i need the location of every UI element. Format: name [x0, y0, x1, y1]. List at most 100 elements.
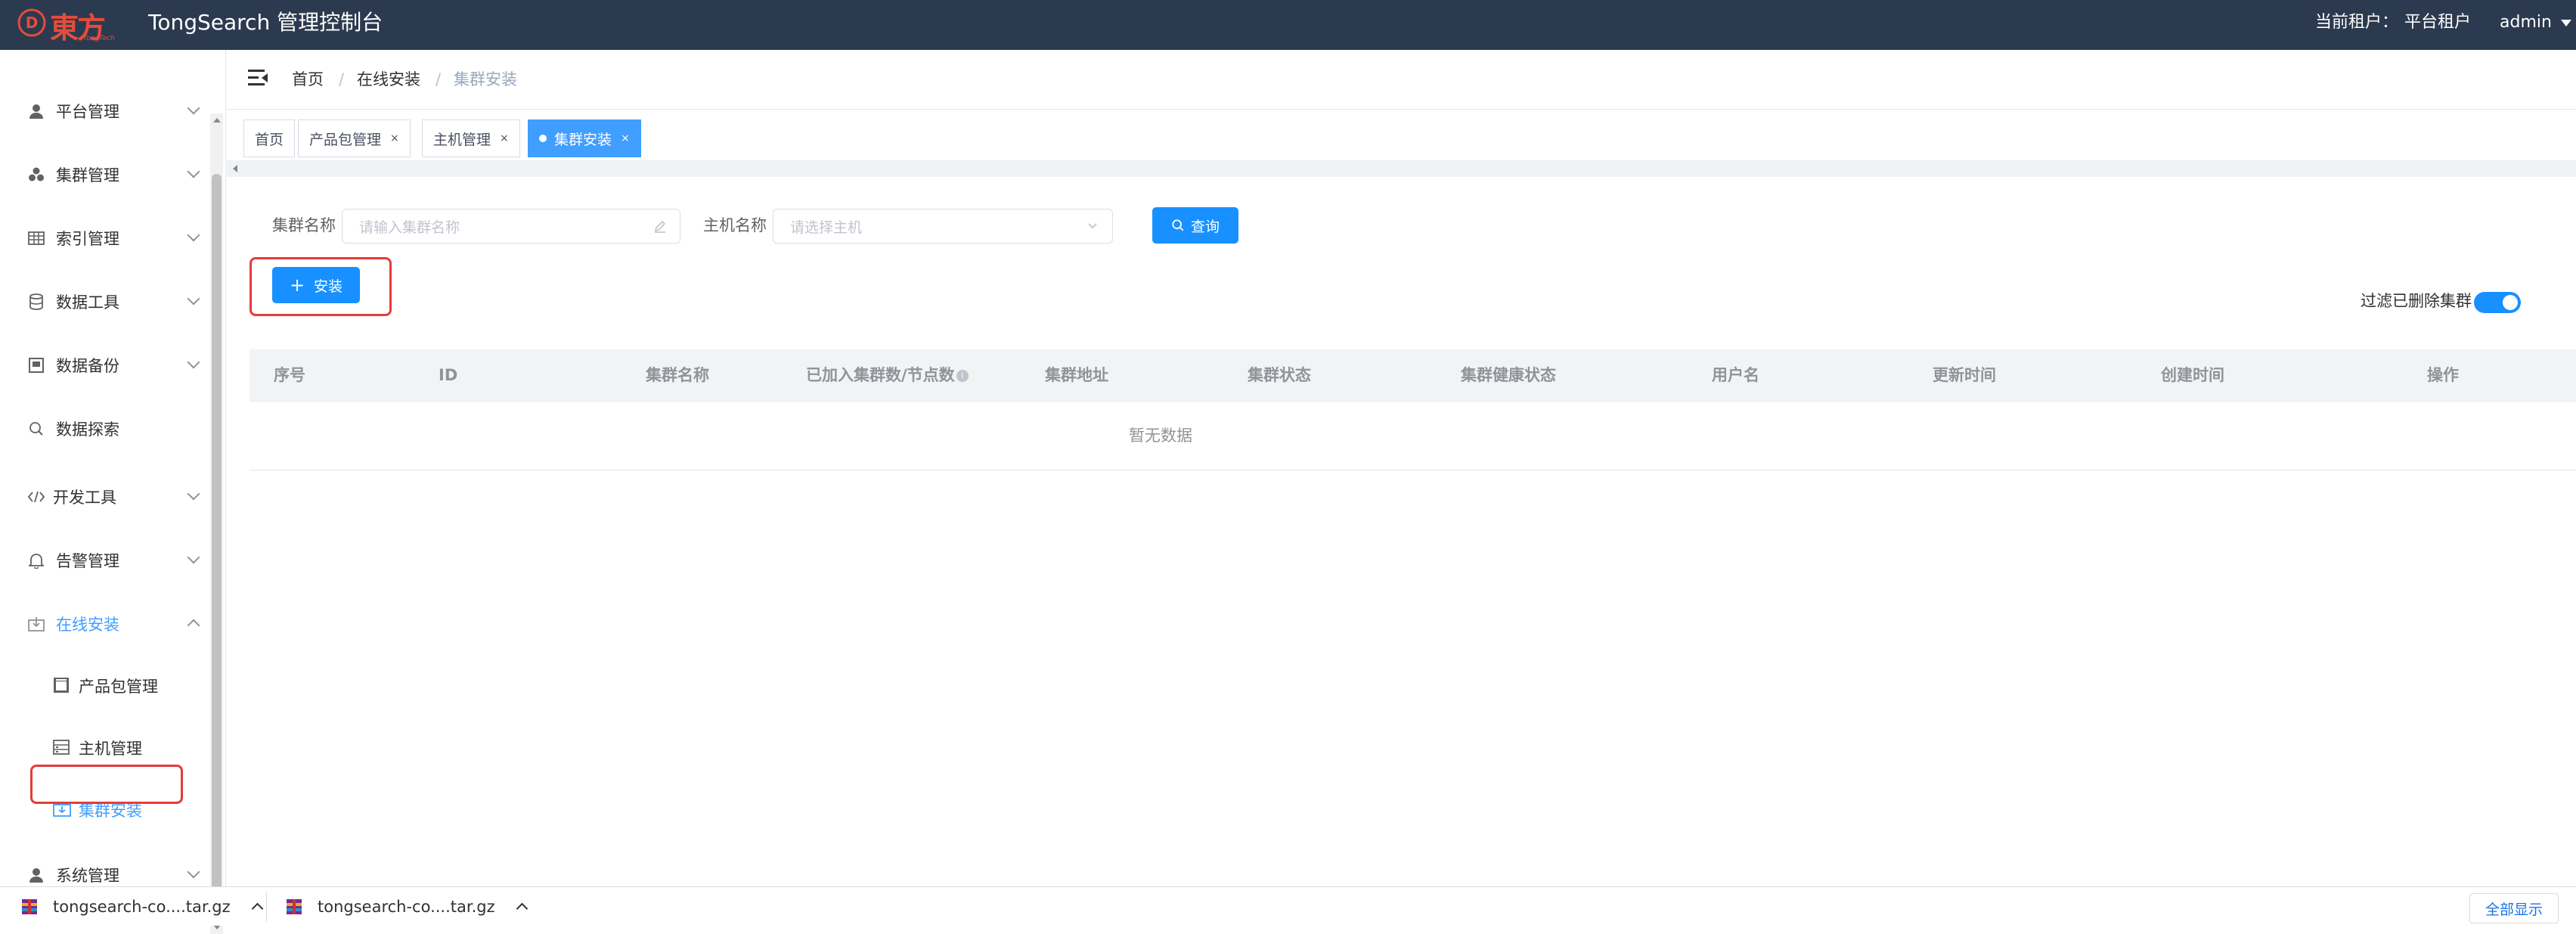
archive-file-icon	[287, 898, 302, 914]
sidebar-item-label: 平台管理	[56, 103, 119, 121]
table-icon	[27, 229, 45, 247]
tab-label: 首页	[255, 131, 284, 148]
column-header-cluster-status: 集群状态	[1248, 366, 1311, 384]
chevron-up-icon[interactable]	[516, 902, 528, 915]
active-dot-icon	[539, 135, 547, 142]
bell-icon	[27, 551, 45, 569]
user-icon	[27, 102, 45, 120]
show-all-button[interactable]: 全部显示	[2469, 893, 2559, 923]
close-icon[interactable]: ×	[390, 132, 399, 144]
column-header-actions: 操作	[2427, 366, 2459, 384]
sidebar: 平台管理 集群管理 索引管理 数据工具 数据备份 数据探索 开发工具 告警管理	[0, 50, 226, 934]
sidebar-item-cluster[interactable]: 集群管理	[0, 152, 209, 197]
sidebar-item-alert[interactable]: 告警管理	[0, 538, 209, 583]
breadcrumb-bar: 首页 / 在线安装 / 集群安装	[225, 50, 2576, 110]
sidebar-toggle-icon[interactable]	[248, 70, 268, 86]
caret-down-icon	[2560, 19, 2571, 26]
company-logo: D 東方通 TongTech	[17, 5, 130, 86]
username: admin	[2500, 13, 2552, 32]
info-icon[interactable]: i	[956, 370, 969, 382]
tab-label: 产品包管理	[309, 131, 382, 148]
chevron-down-icon	[187, 292, 200, 306]
column-header-joined-nodes: 已加入集群数/节点数 i	[806, 364, 969, 386]
host-name-label: 主机名称	[703, 216, 767, 234]
filter-deleted-switch[interactable]	[2474, 292, 2521, 313]
tab-label: 集群安装	[554, 131, 612, 148]
query-button[interactable]: 查询	[1152, 207, 1238, 244]
sidebar-item-label: 开发工具	[53, 489, 116, 507]
sidebar-subitem-host[interactable]: 主机管理	[0, 725, 209, 771]
breadcrumb-separator: /	[339, 70, 345, 88]
cluster-name-input[interactable]: 请输入集群名称	[342, 209, 680, 244]
tags-view: 首页 产品包管理 × 主机管理 × 集群安装 ×	[225, 109, 2576, 160]
switch-knob	[2503, 295, 2518, 310]
highlight-box-install	[250, 257, 392, 316]
chevron-down-icon	[187, 165, 200, 178]
close-icon[interactable]: ×	[621, 132, 630, 144]
collapse-left-icon[interactable]	[233, 165, 237, 172]
download-shelf: tongsearch-co....tar.gz tongsearch-co...…	[0, 886, 2576, 926]
sidebar-item-label: 数据工具	[56, 293, 119, 312]
server-icon	[53, 739, 71, 757]
sidebar-item-platform[interactable]: 平台管理	[0, 88, 209, 134]
content-collapse-strip	[225, 160, 2576, 177]
sidebar-item-label: 集群管理	[56, 166, 119, 185]
search-icon	[1172, 219, 1184, 231]
download-item[interactable]: tongsearch-co....tar.gz	[286, 887, 528, 926]
tab-home[interactable]: 首页	[243, 119, 296, 157]
sidebar-scrollbar[interactable]	[210, 113, 223, 934]
download-separator	[266, 892, 267, 922]
query-button-label: 查询	[1190, 218, 1220, 235]
sidebar-subitem-label: 主机管理	[79, 740, 142, 758]
chevron-down-icon	[187, 551, 200, 564]
code-icon	[27, 488, 45, 506]
chevron-down-icon	[187, 101, 200, 115]
sidebar-item-dev-tools[interactable]: 开发工具	[0, 474, 209, 520]
backup-icon	[27, 356, 45, 374]
column-header-joined-nodes-label: 已加入集群数/节点数	[806, 366, 955, 384]
install-icon	[27, 615, 45, 633]
tab-cluster-install[interactable]: 集群安装 ×	[528, 119, 641, 157]
host-name-placeholder: 请选择主机	[790, 219, 863, 236]
column-header-index: 序号	[274, 366, 305, 384]
sidebar-subitem-label: 产品包管理	[79, 678, 158, 696]
close-icon[interactable]: ×	[500, 132, 509, 144]
scrollbar-thumb[interactable]	[212, 174, 222, 915]
chevron-down-icon	[187, 865, 200, 879]
tab-package[interactable]: 产品包管理 ×	[298, 119, 411, 157]
tenant-label: 当前租户：	[2315, 13, 2399, 32]
breadcrumb-online-install[interactable]: 在线安装	[357, 68, 420, 91]
chevron-up-icon	[187, 619, 200, 632]
column-header-create-time: 创建时间	[2161, 366, 2224, 384]
tab-label: 主机管理	[433, 131, 491, 148]
filter-deleted-label: 过滤已删除集群	[2361, 292, 2472, 310]
host-name-select[interactable]: 请选择主机	[773, 209, 1113, 244]
sidebar-item-label: 数据探索	[56, 420, 119, 439]
sidebar-item-data-explore[interactable]: 数据探索	[0, 406, 209, 451]
chevron-down-icon	[187, 355, 200, 369]
download-filename: tongsearch-co....tar.gz	[318, 897, 495, 916]
sidebar-item-index[interactable]: 索引管理	[0, 216, 209, 261]
package-icon	[53, 677, 71, 695]
archive-file-icon	[22, 898, 37, 914]
column-header-cluster-name: 集群名称	[646, 366, 709, 384]
chevron-up-icon[interactable]	[251, 902, 263, 915]
cluster-name-placeholder: 请输入集群名称	[359, 219, 460, 236]
breadcrumb-current: 集群安装	[454, 70, 517, 88]
cluster-name-label: 集群名称	[272, 216, 336, 234]
column-header-cluster-address: 集群地址	[1045, 366, 1108, 384]
scroll-up-arrow-icon[interactable]	[213, 118, 221, 123]
download-filename: tongsearch-co....tar.gz	[53, 897, 231, 916]
database-icon	[27, 293, 45, 311]
tab-host[interactable]: 主机管理 ×	[422, 119, 520, 157]
breadcrumb-home[interactable]: 首页	[292, 68, 324, 91]
sidebar-item-data-tools[interactable]: 数据工具	[0, 279, 209, 324]
empty-text: 暂无数据	[1129, 427, 1192, 445]
current-tenant: 当前租户： 平台租户	[2315, 11, 2477, 34]
download-item[interactable]: tongsearch-co....tar.gz	[21, 887, 263, 926]
column-header-update-time: 更新时间	[1933, 366, 1996, 384]
sidebar-item-data-backup[interactable]: 数据备份	[0, 343, 209, 388]
sidebar-subitem-package[interactable]: 产品包管理	[0, 663, 209, 709]
sidebar-item-online-install[interactable]: 在线安装	[0, 601, 209, 647]
user-menu[interactable]: admin	[2500, 11, 2571, 34]
